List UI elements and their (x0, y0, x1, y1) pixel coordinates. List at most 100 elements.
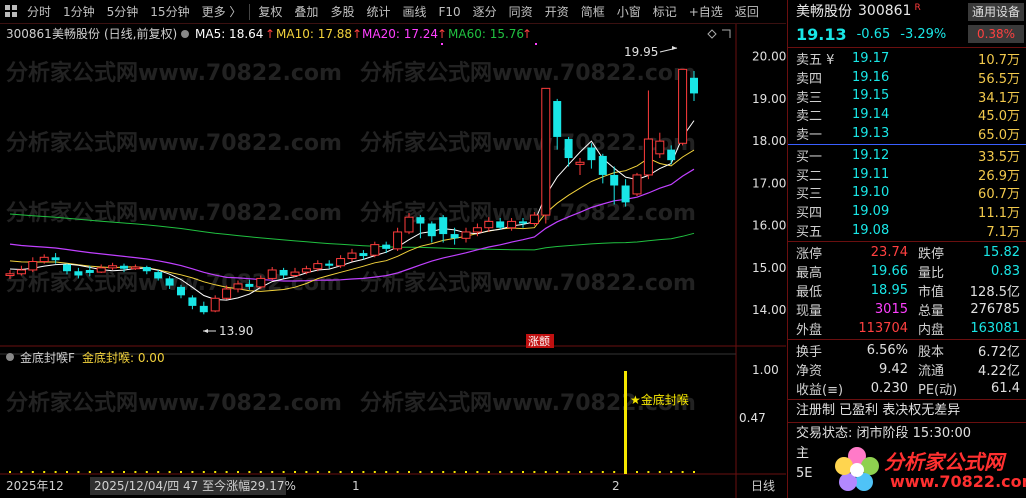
baseline-dot (294, 471, 296, 473)
baseline-dot (567, 471, 570, 473)
baseline-dot (408, 471, 410, 473)
baseline-dot (237, 471, 239, 473)
baseline-dot (316, 471, 319, 473)
baseline-dot (613, 471, 616, 473)
ma20-arrow-icon: ↑ (437, 27, 447, 41)
simple-frame-button[interactable]: 简框 (575, 0, 611, 24)
indicator-tick-high: 1.00 (752, 363, 779, 377)
multi-stock-button[interactable]: 多股 (324, 0, 360, 24)
baseline-dot (647, 471, 650, 473)
header-name: 美畅股份 (52, 27, 100, 41)
adjust-button[interactable]: 复权 (252, 0, 288, 24)
svg-text:分析家公式网www.70822.com: 分析家公式网www.70822.com (6, 60, 342, 86)
indicator-settings-icon[interactable] (6, 353, 14, 361)
kline-chart[interactable]: 分析家公式网www.70822.com 分析家公式网www.70822.com … (0, 24, 786, 498)
stat-row: 涨停 23.74 跌停 15.82 (796, 244, 1020, 262)
baseline-dot (134, 471, 137, 473)
last-price: 19.13 (796, 24, 847, 44)
stock-code: 300861 (858, 3, 912, 19)
registration-info: 注册制 已盈利 表决权无差异 (796, 402, 961, 418)
quote-panel: 美畅股份 300861 R 通用设备 19.13 -0.65 -3.29% 0.… (787, 0, 1026, 498)
order-row-buy1: 买一 19.12 33.5万 (796, 147, 1020, 165)
baseline-dot (533, 471, 536, 473)
tab-intraday[interactable]: 分时 (21, 0, 57, 24)
baseline-dot (556, 471, 559, 473)
baseline-dot (373, 471, 376, 473)
baseline-dot (305, 471, 308, 473)
baseline-dot (111, 471, 114, 473)
tab-1min[interactable]: 1分钟 (57, 0, 101, 24)
book-divider (788, 143, 1026, 145)
overlay-button[interactable]: 叠加 (288, 0, 324, 24)
stat-row: 收益(≡) 0.230 PE(动) 61.4 (796, 380, 1020, 398)
baseline-dot (145, 471, 148, 473)
svg-text:分析家公式网www.70822.com: 分析家公式网www.70822.com (6, 390, 342, 416)
tongzi-button[interactable]: 同资 (503, 0, 539, 24)
header-mode: (日线,前复权) (104, 26, 177, 41)
quote-price-row: 19.13 -0.65 -3.29% 0.38% (788, 22, 1026, 46)
add-watchlist-button[interactable]: +自选 (683, 0, 729, 24)
settings-dot-icon[interactable] (181, 30, 189, 38)
flower-logo-icon (835, 447, 879, 491)
order-row-buy4: 买四 19.09 11.1万 (796, 204, 1020, 222)
stat-row: 最高 19.66 量比 0.83 (796, 263, 1020, 281)
price-tick-label: 14.00 (752, 303, 786, 317)
signal-bar (624, 371, 627, 474)
price-tick-label: 18.00 (752, 134, 786, 148)
back-button[interactable]: 返回 (729, 0, 765, 24)
baseline-dot (168, 471, 171, 473)
time-axis-tick-2: 2 (612, 479, 620, 493)
baseline-dot (658, 471, 661, 473)
price-tick-label: 16.00 (752, 219, 786, 233)
candle (541, 87, 551, 224)
ma5-label: MA5: 18.64 (195, 27, 263, 41)
ma10-arrow-icon: ↑ (352, 27, 362, 41)
indicator-name: 金底封喉F (20, 350, 75, 365)
industry-button[interactable]: 通用设备 (968, 3, 1024, 21)
logo-title: 分析家公式网 (884, 450, 1004, 474)
grid-menu-icon[interactable] (5, 4, 19, 19)
tab-more[interactable]: 更多 〉 (196, 0, 248, 24)
small-window-button[interactable]: 小窗 (611, 0, 647, 24)
divider (788, 398, 1026, 400)
kaizi-button[interactable]: 开资 (539, 0, 575, 24)
mark-button[interactable]: 标记 (647, 0, 683, 24)
header-code: 300861 (6, 27, 52, 41)
price-tick-label: 17.00 (752, 176, 786, 190)
baseline-dot (442, 471, 445, 473)
event-tag[interactable]: 涨颤 (526, 334, 554, 348)
tab-15min[interactable]: 15分钟 (144, 0, 195, 24)
time-axis-year: 2025年12 (6, 479, 64, 493)
r-tag: R (914, 3, 921, 13)
divider (788, 240, 1026, 242)
site-logo: 分析家公式网 www.70822.com (828, 440, 1026, 498)
price-tick-label: 20.00 (752, 50, 786, 64)
indicator-header: 金底封喉F 金底封喉: 0.00 (6, 350, 165, 365)
order-row-sell1: 卖一 19.13 65.0万 (796, 126, 1020, 144)
svg-text:涨颤: 涨颤 (528, 334, 550, 348)
baseline-dot (590, 471, 593, 473)
baseline-dot (351, 471, 353, 473)
per-minute-button[interactable]: 逐分 (467, 0, 503, 24)
industry-ratio[interactable]: 0.38% (968, 25, 1024, 43)
svg-text:分析家公式网www.70822.com: 分析家公式网www.70822.com (6, 200, 342, 226)
quote-title: 美畅股份 300861 R 通用设备 (788, 0, 1026, 22)
stats-button[interactable]: 统计 (360, 0, 396, 24)
order-row-sell5: 卖五 ¥19.17 10.7万 (796, 50, 1020, 68)
baseline-dot (214, 471, 217, 473)
order-row-sell2: 卖二 19.14 45.0万 (796, 107, 1020, 125)
baseline-dot (476, 471, 479, 473)
stats-block-2: 换手 6.56% 股本 6.72亿 净资 9.42 流通 4.22亿 收益(≡) 0.230 P… (788, 341, 1026, 398)
indicator-baseline-dots (9, 471, 695, 473)
logo-url: www.70822.com (890, 472, 1026, 491)
order-row-sell3: 卖三 19.15 34.1万 (796, 88, 1020, 106)
candle (632, 172, 642, 197)
f10-button[interactable]: F10 (432, 0, 466, 24)
draw-line-button[interactable]: 画线 (396, 0, 432, 24)
tab-5min[interactable]: 5分钟 (101, 0, 145, 24)
time-axis-tick-1: 1 (352, 479, 360, 493)
baseline-dot (43, 471, 46, 473)
chart-area[interactable]: 分析家公式网www.70822.com 分析家公式网www.70822.com … (0, 24, 786, 498)
baseline-dot (225, 471, 228, 473)
baseline-dot (499, 471, 502, 473)
